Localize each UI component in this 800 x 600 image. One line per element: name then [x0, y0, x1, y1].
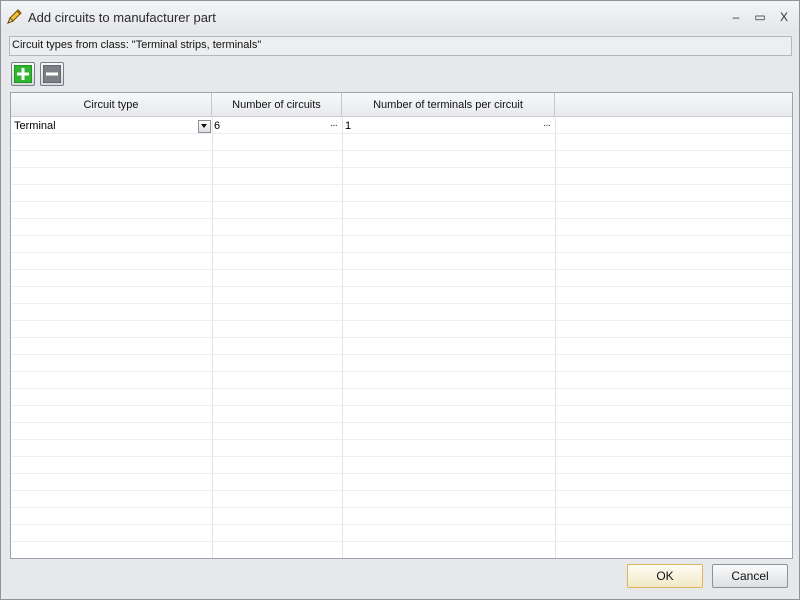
- column-header-empty: [555, 93, 792, 116]
- column-header-circuit-type[interactable]: Circuit type: [11, 93, 212, 116]
- row-separator: [11, 473, 792, 474]
- pencil-icon: [7, 9, 22, 24]
- row-separator: [11, 524, 792, 525]
- minimize-button[interactable]: –: [727, 9, 745, 25]
- row-separator: [11, 456, 792, 457]
- minus-icon: [43, 65, 61, 83]
- row-separator: [11, 320, 792, 321]
- row-separator: [11, 405, 792, 406]
- row-separator: [11, 490, 792, 491]
- ok-button[interactable]: OK: [627, 564, 703, 588]
- column-header-number-of-circuits[interactable]: Number of circuits: [212, 93, 342, 116]
- row-separator: [11, 150, 792, 151]
- terminals-per-circuit-cell[interactable]: 1: [345, 120, 351, 132]
- row-separator: [11, 184, 792, 185]
- close-button[interactable]: X: [775, 9, 793, 25]
- row-separator: [11, 541, 792, 542]
- add-row-button[interactable]: [11, 62, 35, 86]
- terminals-per-circuit-ellipsis-button[interactable]: ···: [543, 120, 551, 131]
- row-separator: [11, 303, 792, 304]
- row-separator: [11, 371, 792, 372]
- row-separator: [11, 286, 792, 287]
- circuit-class-info-bar: Circuit types from class: "Terminal stri…: [9, 36, 792, 56]
- row-separator: [11, 201, 792, 202]
- window-title: Add circuits to manufacturer part: [28, 10, 216, 25]
- remove-row-button[interactable]: [40, 62, 64, 86]
- row-separator: [11, 133, 792, 134]
- row-separator: [11, 388, 792, 389]
- row-separator: [11, 167, 792, 168]
- row-separator: [11, 422, 792, 423]
- circuits-grid[interactable]: Circuit type Number of circuits Number o…: [10, 92, 793, 559]
- number-of-circuits-ellipsis-button[interactable]: ···: [330, 120, 338, 131]
- row-separator: [11, 337, 792, 338]
- title-bar: Add circuits to manufacturer part – ▭ X: [1, 1, 799, 33]
- row-separator: [11, 439, 792, 440]
- circuit-class-info-text: Circuit types from class: "Terminal stri…: [12, 39, 262, 51]
- row-separator: [11, 354, 792, 355]
- number-of-circuits-cell[interactable]: 6: [214, 120, 220, 132]
- row-separator: [11, 507, 792, 508]
- row-separator: [11, 269, 792, 270]
- chevron-down-icon[interactable]: [198, 120, 211, 133]
- dialog-window: Add circuits to manufacturer part – ▭ X …: [0, 0, 800, 600]
- cancel-button[interactable]: Cancel: [712, 564, 788, 588]
- column-header-terminals-per-circuit[interactable]: Number of terminals per circuit: [342, 93, 555, 116]
- row-separator: [11, 235, 792, 236]
- plus-icon: [14, 65, 32, 83]
- circuit-type-cell[interactable]: Terminal: [14, 120, 56, 132]
- maximize-button[interactable]: ▭: [751, 9, 769, 25]
- row-separator: [11, 218, 792, 219]
- row-separator: [11, 252, 792, 253]
- grid-header: Circuit type Number of circuits Number o…: [11, 93, 792, 117]
